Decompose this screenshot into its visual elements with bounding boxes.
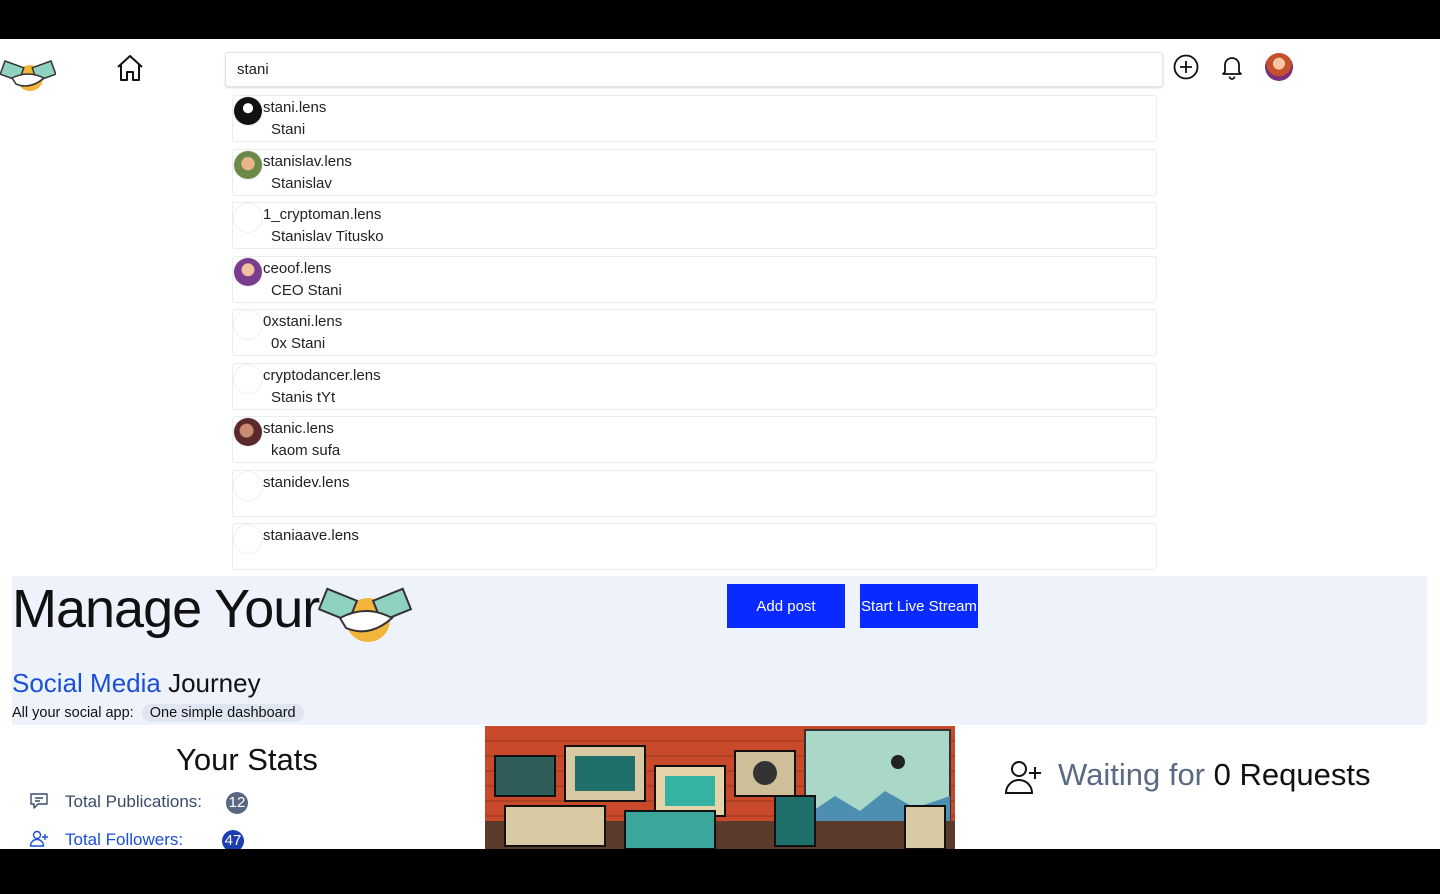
result-handle: stanislav.lens bbox=[263, 152, 352, 170]
result-handle: 1_cryptoman.lens bbox=[263, 206, 382, 223]
avatar bbox=[234, 97, 262, 125]
result-name: CEO Stani bbox=[271, 281, 342, 299]
search-input[interactable] bbox=[225, 52, 1163, 87]
avatar bbox=[234, 418, 262, 446]
publications-badge: 12 bbox=[226, 792, 248, 814]
search-result-item[interactable]: cryptodancer.lens Stanis tYt bbox=[232, 362, 1157, 410]
avatar bbox=[234, 311, 262, 339]
hero-subtitle: Social Media Journey bbox=[12, 668, 261, 699]
user-avatar[interactable] bbox=[1265, 53, 1293, 81]
result-handle: cryptodancer.lens bbox=[263, 366, 381, 384]
result-handle: staniaave.lens bbox=[263, 527, 359, 544]
result-name: kaom sufa bbox=[271, 442, 341, 459]
stats-title: Your Stats bbox=[176, 742, 318, 777]
avatar bbox=[234, 204, 262, 232]
requests-count: 0 bbox=[1213, 757, 1231, 792]
avatar bbox=[234, 525, 262, 553]
hero-tagline: All your social app: One simple dashboar… bbox=[12, 704, 304, 722]
avatar bbox=[234, 257, 262, 286]
home-icon[interactable] bbox=[114, 52, 146, 84]
followers-label: Total Followers: bbox=[65, 830, 184, 849]
hero-subtitle-accent: Social Media bbox=[12, 668, 161, 698]
result-name: Stanislav bbox=[271, 174, 332, 192]
result-name: 0x Stani bbox=[271, 335, 326, 352]
search-result-item[interactable]: ceoof.lens CEO Stani bbox=[232, 255, 1157, 303]
requests-text: Waiting for 0 Requests bbox=[1058, 757, 1370, 793]
tagline-text: All your social app: bbox=[12, 705, 134, 721]
result-handle: stani.lens bbox=[263, 99, 327, 116]
avatar bbox=[234, 364, 262, 393]
app-screen: stani.lens Stani stanislav.lens Stanisla… bbox=[0, 39, 1440, 849]
result-name: Stani bbox=[271, 121, 306, 138]
search-result-item[interactable]: stanic.lens kaom sufa bbox=[232, 416, 1157, 463]
result-handle: stanic.lens bbox=[263, 420, 334, 437]
search-result-item[interactable]: staniaave.lens bbox=[232, 523, 1157, 570]
handshake-logo-icon bbox=[318, 587, 413, 642]
comment-icon bbox=[30, 793, 48, 809]
hero-title: Manage Your bbox=[12, 579, 320, 639]
search-result-item[interactable]: 1_cryptoman.lens Stanislav Titusko bbox=[232, 202, 1157, 249]
search-result-item[interactable]: stanidev.lens bbox=[232, 469, 1157, 517]
handshake-logo-icon[interactable] bbox=[0, 56, 56, 96]
search-result-item[interactable]: 0xstani.lens 0x Stani bbox=[232, 309, 1157, 356]
result-handle: stanidev.lens bbox=[263, 473, 350, 491]
result-name: Stanislav Titusko bbox=[271, 228, 384, 245]
user-plus-icon bbox=[1004, 761, 1041, 794]
search-results-dropdown: stani.lens Stani stanislav.lens Stanisla… bbox=[232, 95, 1157, 577]
tagline-pill: One simple dashboard bbox=[141, 704, 304, 722]
result-handle: ceoof.lens bbox=[263, 259, 332, 277]
plus-circle-icon[interactable] bbox=[1172, 53, 1200, 81]
hero-section: Manage Your Add post Start Live Stream S… bbox=[12, 576, 1427, 725]
avatar bbox=[234, 150, 262, 179]
search-result-item[interactable]: stani.lens Stani bbox=[232, 95, 1157, 142]
add-post-button[interactable]: Add post bbox=[727, 584, 845, 628]
hero-subtitle-rest: Journey bbox=[168, 668, 261, 698]
retro-computers-illustration bbox=[485, 726, 955, 849]
requests-suffix: Requests bbox=[1239, 757, 1371, 792]
requests-prefix: Waiting for bbox=[1058, 757, 1206, 792]
bell-icon[interactable] bbox=[1218, 53, 1246, 81]
result-name: Stanis tYt bbox=[271, 388, 336, 406]
result-handle: 0xstani.lens bbox=[263, 313, 343, 330]
publications-label: Total Publications: bbox=[65, 792, 203, 811]
search-result-item[interactable]: stanislav.lens Stanislav bbox=[232, 148, 1157, 196]
followers-badge: 47 bbox=[222, 830, 244, 849]
avatar bbox=[234, 471, 262, 500]
start-live-stream-button[interactable]: Start Live Stream bbox=[860, 584, 978, 628]
user-plus-icon bbox=[29, 830, 48, 847]
